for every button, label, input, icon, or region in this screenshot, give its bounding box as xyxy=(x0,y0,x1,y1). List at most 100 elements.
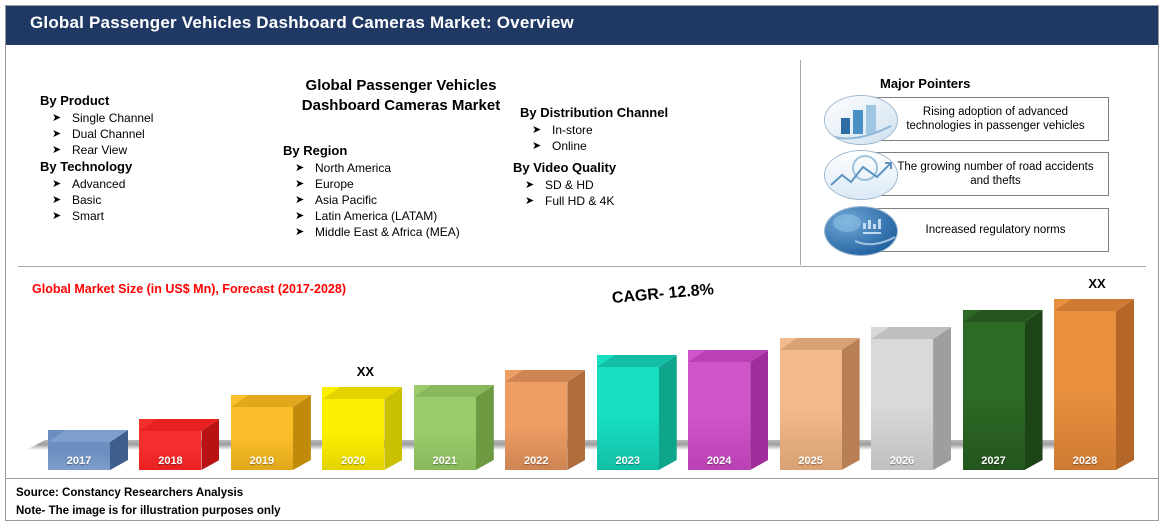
bar-2023: 2023 xyxy=(596,355,659,470)
bullet-arrow-icon: ➤ xyxy=(295,178,305,190)
bar-year-label: 2022 xyxy=(524,455,549,467)
bar-2027: 2027 xyxy=(962,310,1025,470)
bullet-arrow-icon: ➤ xyxy=(525,179,535,191)
bar-year-label: 2018 xyxy=(158,455,183,467)
segment-list-item: ➤ Smart xyxy=(52,208,132,224)
bar-side-face xyxy=(384,387,402,470)
chart-title: Global Market Size (in US$ Mn), Forecast… xyxy=(32,282,346,296)
segment-item-label: Basic xyxy=(72,193,102,207)
globe-regulation-icon xyxy=(824,206,898,256)
bar-front-face xyxy=(871,327,934,470)
segment-list-item: ➤ Latin America (LATAM) xyxy=(295,208,460,224)
major-pointer-box: Increased regulatory norms xyxy=(872,208,1109,252)
segment-item-label: Advanced xyxy=(72,177,126,191)
bar-year-label: 2028 xyxy=(1072,455,1098,467)
bar-year-label: 2021 xyxy=(432,455,458,467)
market-title-line2: Dashboard Cameras Market xyxy=(301,97,501,114)
segment-item-label: Single Channel xyxy=(72,111,154,125)
segment-list-item: ➤ Basic xyxy=(52,192,132,208)
bar-year-label: 2024 xyxy=(706,455,732,467)
bar-chart: 2017 2018 2019 2020 XX 2021 2022 2023 2024 2025 20… xyxy=(18,276,1146,470)
bar-2017: 2017 xyxy=(48,430,110,470)
segment-by-region: By Region ➤ North America ➤ Europe ➤ Asia Pac… xyxy=(283,143,460,240)
bar-side-face xyxy=(842,338,860,470)
segment-list: ➤ North America ➤ Europe ➤ Asia Pacific ➤ Latin… xyxy=(283,160,460,240)
bullet-arrow-icon: ➤ xyxy=(532,124,542,136)
bar-year-label: 2023 xyxy=(615,455,640,467)
bar-2028: 2028 XX xyxy=(1054,276,1116,470)
segment-item-label: Full HD & 4K xyxy=(545,194,615,208)
segment-by-distribution-channel: By Distribution Channel ➤ In-store ➤ Online xyxy=(520,105,668,154)
bar-2018: 2018 xyxy=(139,419,201,470)
segment-list: ➤ Single Channel ➤ Dual Channel ➤ Rear View xyxy=(40,110,153,158)
segment-list-item: ➤ Middle East & Africa (MEA) xyxy=(295,224,460,240)
major-pointer-item[interactable]: Rising adoption of advanced technologies… xyxy=(824,95,1109,145)
bar-2022: 2022 xyxy=(505,370,567,470)
bar-side-face xyxy=(293,395,311,470)
market-title-line1: Global Passenger Vehicles xyxy=(305,77,497,94)
line-graph-icon xyxy=(824,150,898,200)
bar-side-face xyxy=(750,350,768,470)
segment-item-label: Smart xyxy=(72,209,105,223)
segment-list: ➤ Advanced ➤ Basic ➤ Smart xyxy=(40,176,132,224)
segment-list-item: ➤ Single Channel xyxy=(52,110,154,126)
bullet-arrow-icon: ➤ xyxy=(52,210,62,222)
segment-by-video-quality: By Video Quality ➤ SD & HD ➤ Full HD & 4K xyxy=(513,160,616,209)
bar-side-face xyxy=(933,327,951,470)
major-pointer-item[interactable]: The growing number of road accidents and… xyxy=(824,150,1109,200)
bullet-arrow-icon: ➤ xyxy=(52,194,62,206)
major-pointer-text: The growing number of road accidents and… xyxy=(897,161,1094,187)
bar-year-label: 2020 xyxy=(341,455,366,467)
bar-side-face xyxy=(1116,299,1134,470)
bar-2026: 2026 xyxy=(871,327,933,470)
segment-heading: By Distribution Channel xyxy=(520,105,669,120)
bar-chart-icon xyxy=(824,95,898,145)
segment-item-label: Rear View xyxy=(72,143,128,157)
segment-list: ➤ In-store ➤ Online xyxy=(520,122,668,154)
segment-list-item: ➤ Advanced xyxy=(52,176,132,192)
infographic-canvas: Global Passenger Vehicles Dashboard Came… xyxy=(0,0,1165,528)
segment-list-item: ➤ Asia Pacific xyxy=(295,192,460,208)
bar-2025: 2025 xyxy=(779,338,842,470)
vertical-divider xyxy=(800,60,801,265)
segment-list-item: ➤ Rear View xyxy=(52,142,153,158)
segment-list-item: ➤ Full HD & 4K xyxy=(525,193,616,209)
major-pointer-box: Rising adoption of advanced technologies… xyxy=(872,97,1109,141)
bar-side-face xyxy=(1025,310,1043,470)
major-pointer-item[interactable]: Increased regulatory norms xyxy=(824,206,1109,256)
segment-list: ➤ SD & HD ➤ Full HD & 4K xyxy=(513,177,616,209)
page-title: Global Passenger Vehicles Dashboard Came… xyxy=(30,13,574,32)
footer-note: Note- The image is for illustration purp… xyxy=(16,505,281,517)
segment-by-technology: By Technology ➤ Advanced ➤ Basic ➤ Smart xyxy=(40,159,132,224)
bar-side-face xyxy=(659,355,677,470)
segment-list-item: ➤ Dual Channel xyxy=(52,126,153,142)
bar-year-label: 2017 xyxy=(66,455,92,467)
major-pointer-box: The growing number of road accidents and… xyxy=(872,152,1109,196)
segment-item-label: Latin America (LATAM) xyxy=(315,209,438,223)
segment-list-item: ➤ Europe xyxy=(295,176,460,192)
segment-heading: By Region xyxy=(283,143,348,158)
bullet-arrow-icon: ➤ xyxy=(532,140,542,152)
bullet-arrow-icon: ➤ xyxy=(525,195,535,207)
segment-item-label: Middle East & Africa (MEA) xyxy=(315,225,460,239)
footer: Source: Constancy Researchers Analysis N… xyxy=(6,478,1158,521)
bar-front-face xyxy=(962,310,1025,470)
major-pointer-text: Increased regulatory norms xyxy=(925,224,1066,236)
segment-heading: By Technology xyxy=(40,159,133,174)
segment-item-label: Dual Channel xyxy=(72,127,145,141)
bullet-arrow-icon: ➤ xyxy=(295,210,305,222)
bullet-arrow-icon: ➤ xyxy=(295,226,305,238)
bar-2021: 2021 xyxy=(413,385,476,470)
segment-item-label: SD & HD xyxy=(545,178,594,192)
bar-2020: 2020 XX xyxy=(322,364,384,470)
segment-list-item: ➤ SD & HD xyxy=(525,177,616,193)
bar-value-label: XX xyxy=(356,364,375,379)
segment-heading: By Product xyxy=(40,93,110,108)
market-title: Global Passenger Vehicles Dashboard Came… xyxy=(276,76,526,116)
major-pointers-title: Major Pointers xyxy=(880,76,971,91)
bullet-arrow-icon: ➤ xyxy=(52,178,62,190)
segment-by-product: By Product ➤ Single Channel ➤ Dual Channel ➤… xyxy=(40,93,153,158)
segment-item-label: Europe xyxy=(315,177,354,191)
bar-front-face xyxy=(1054,299,1116,470)
segment-item-label: Online xyxy=(552,139,587,153)
